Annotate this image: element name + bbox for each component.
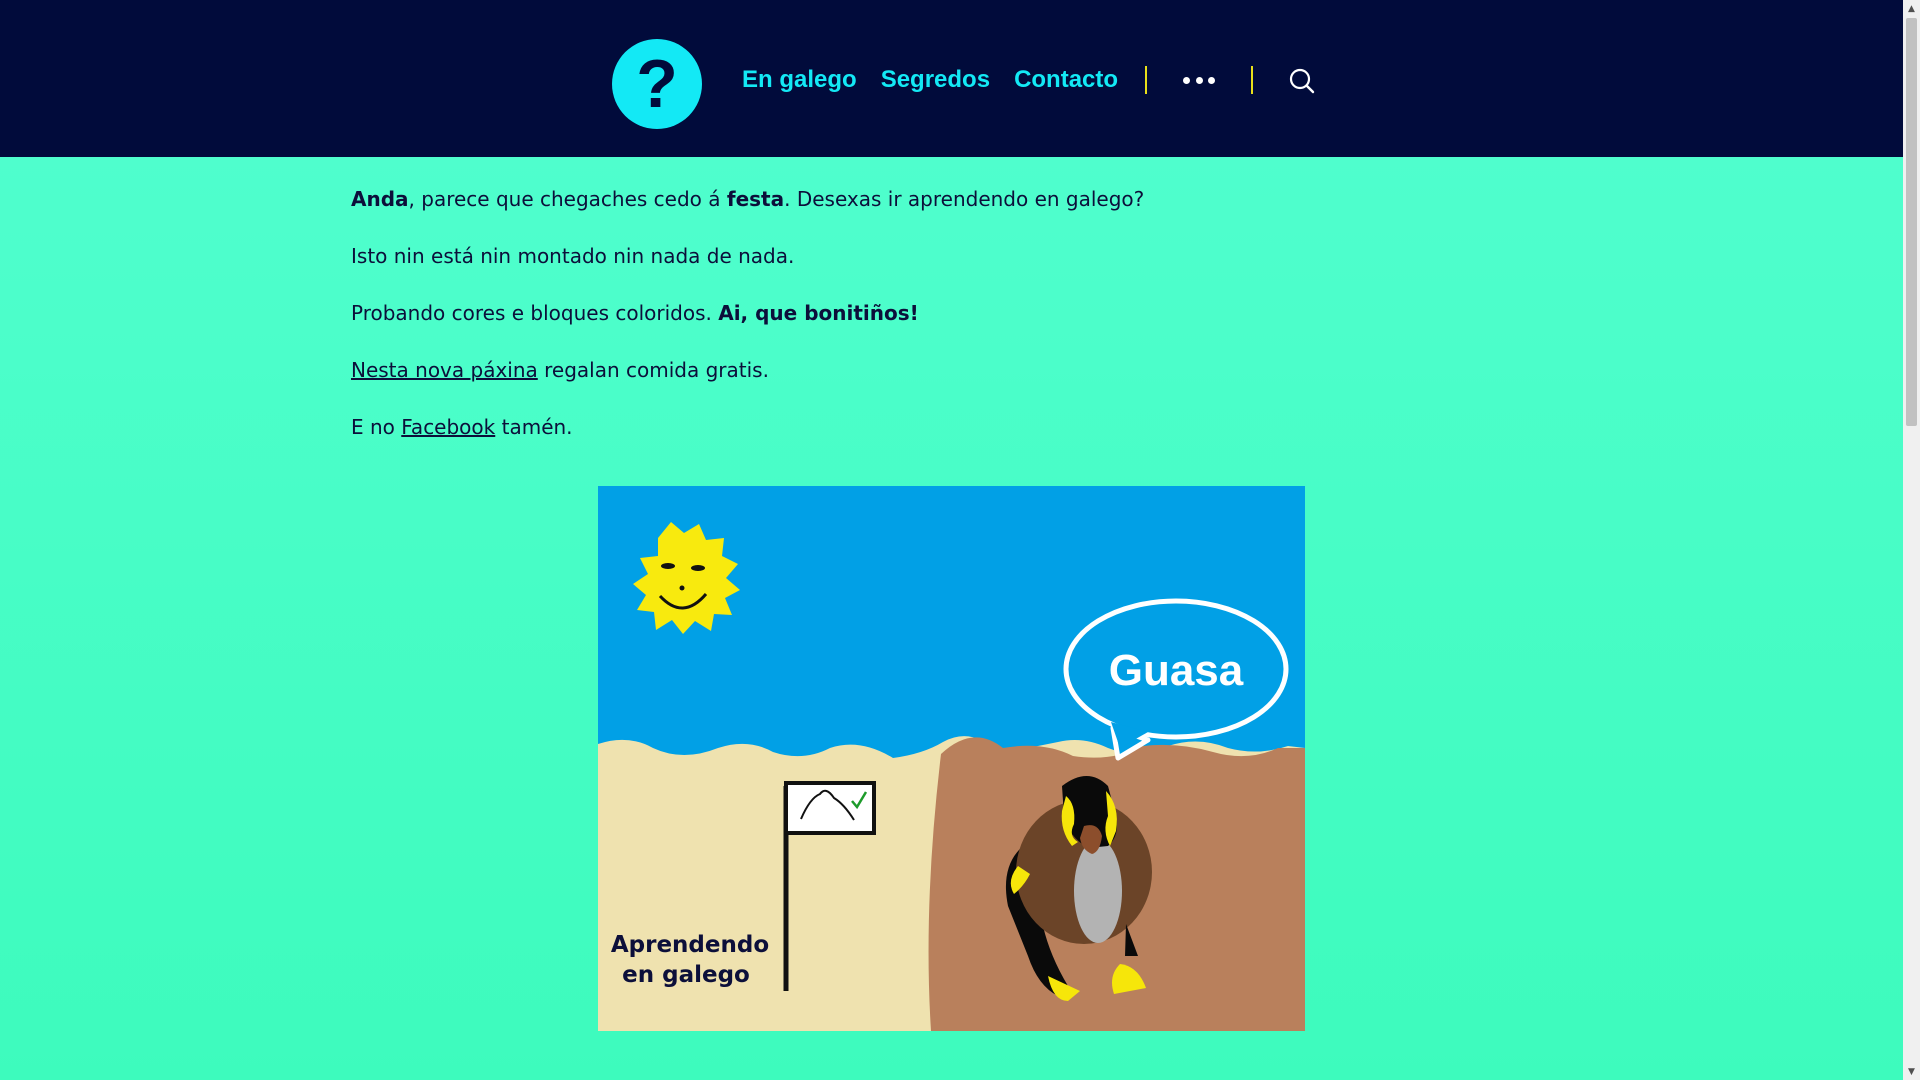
facebook-link[interactable]: Facebook	[401, 415, 495, 439]
new-page-link[interactable]: Nesta nova páxina	[351, 358, 538, 382]
sign-text-line2: en galego	[622, 962, 750, 988]
nav-separator	[1251, 66, 1253, 94]
scrollbar-thumb[interactable]	[1906, 18, 1917, 426]
more-menu-button[interactable]	[1183, 66, 1215, 94]
ellipsis-icon	[1183, 76, 1190, 84]
site-logo[interactable]: ?	[612, 39, 702, 129]
nav-link-segredos[interactable]: Segredos	[881, 66, 990, 94]
speech-text: Guasa	[1109, 646, 1244, 695]
sign-text-line1: Aprendendo	[611, 932, 769, 958]
nav-link-en-galego[interactable]: En galego	[742, 66, 857, 94]
penguin-beach-illustration: Guasa Aprendendo en galego	[598, 486, 1305, 1031]
paragraph-colors: Probando cores e bloques coloridos. Ai, …	[351, 301, 919, 325]
question-mark-icon: ?	[636, 46, 678, 122]
scroll-down-arrow-icon[interactable]: ▼	[1903, 1063, 1920, 1080]
scroll-up-arrow-icon[interactable]: ▲	[1903, 0, 1920, 17]
nav-separator	[1145, 66, 1147, 94]
paragraph-not-ready: Isto nin está nin montado nin nada de na…	[351, 244, 795, 268]
vertical-scrollbar[interactable]: ▲ ▼	[1903, 0, 1920, 1080]
paragraph-facebook: E no Facebook tamén.	[351, 415, 573, 439]
paragraph-new-page: Nesta nova páxina regalan comida gratis.	[351, 358, 769, 382]
main-content: Anda, parece que chegaches cedo á festa.…	[351, 185, 1351, 470]
nav-link-contacto[interactable]: Contacto	[1014, 66, 1118, 94]
search-icon[interactable]	[1288, 67, 1316, 95]
primary-nav: En galego Segredos Contacto	[742, 60, 1142, 100]
intro-paragraph: Anda, parece que chegaches cedo á festa.…	[351, 187, 1145, 211]
site-header: ? En galego Segredos Contacto	[0, 0, 1903, 157]
